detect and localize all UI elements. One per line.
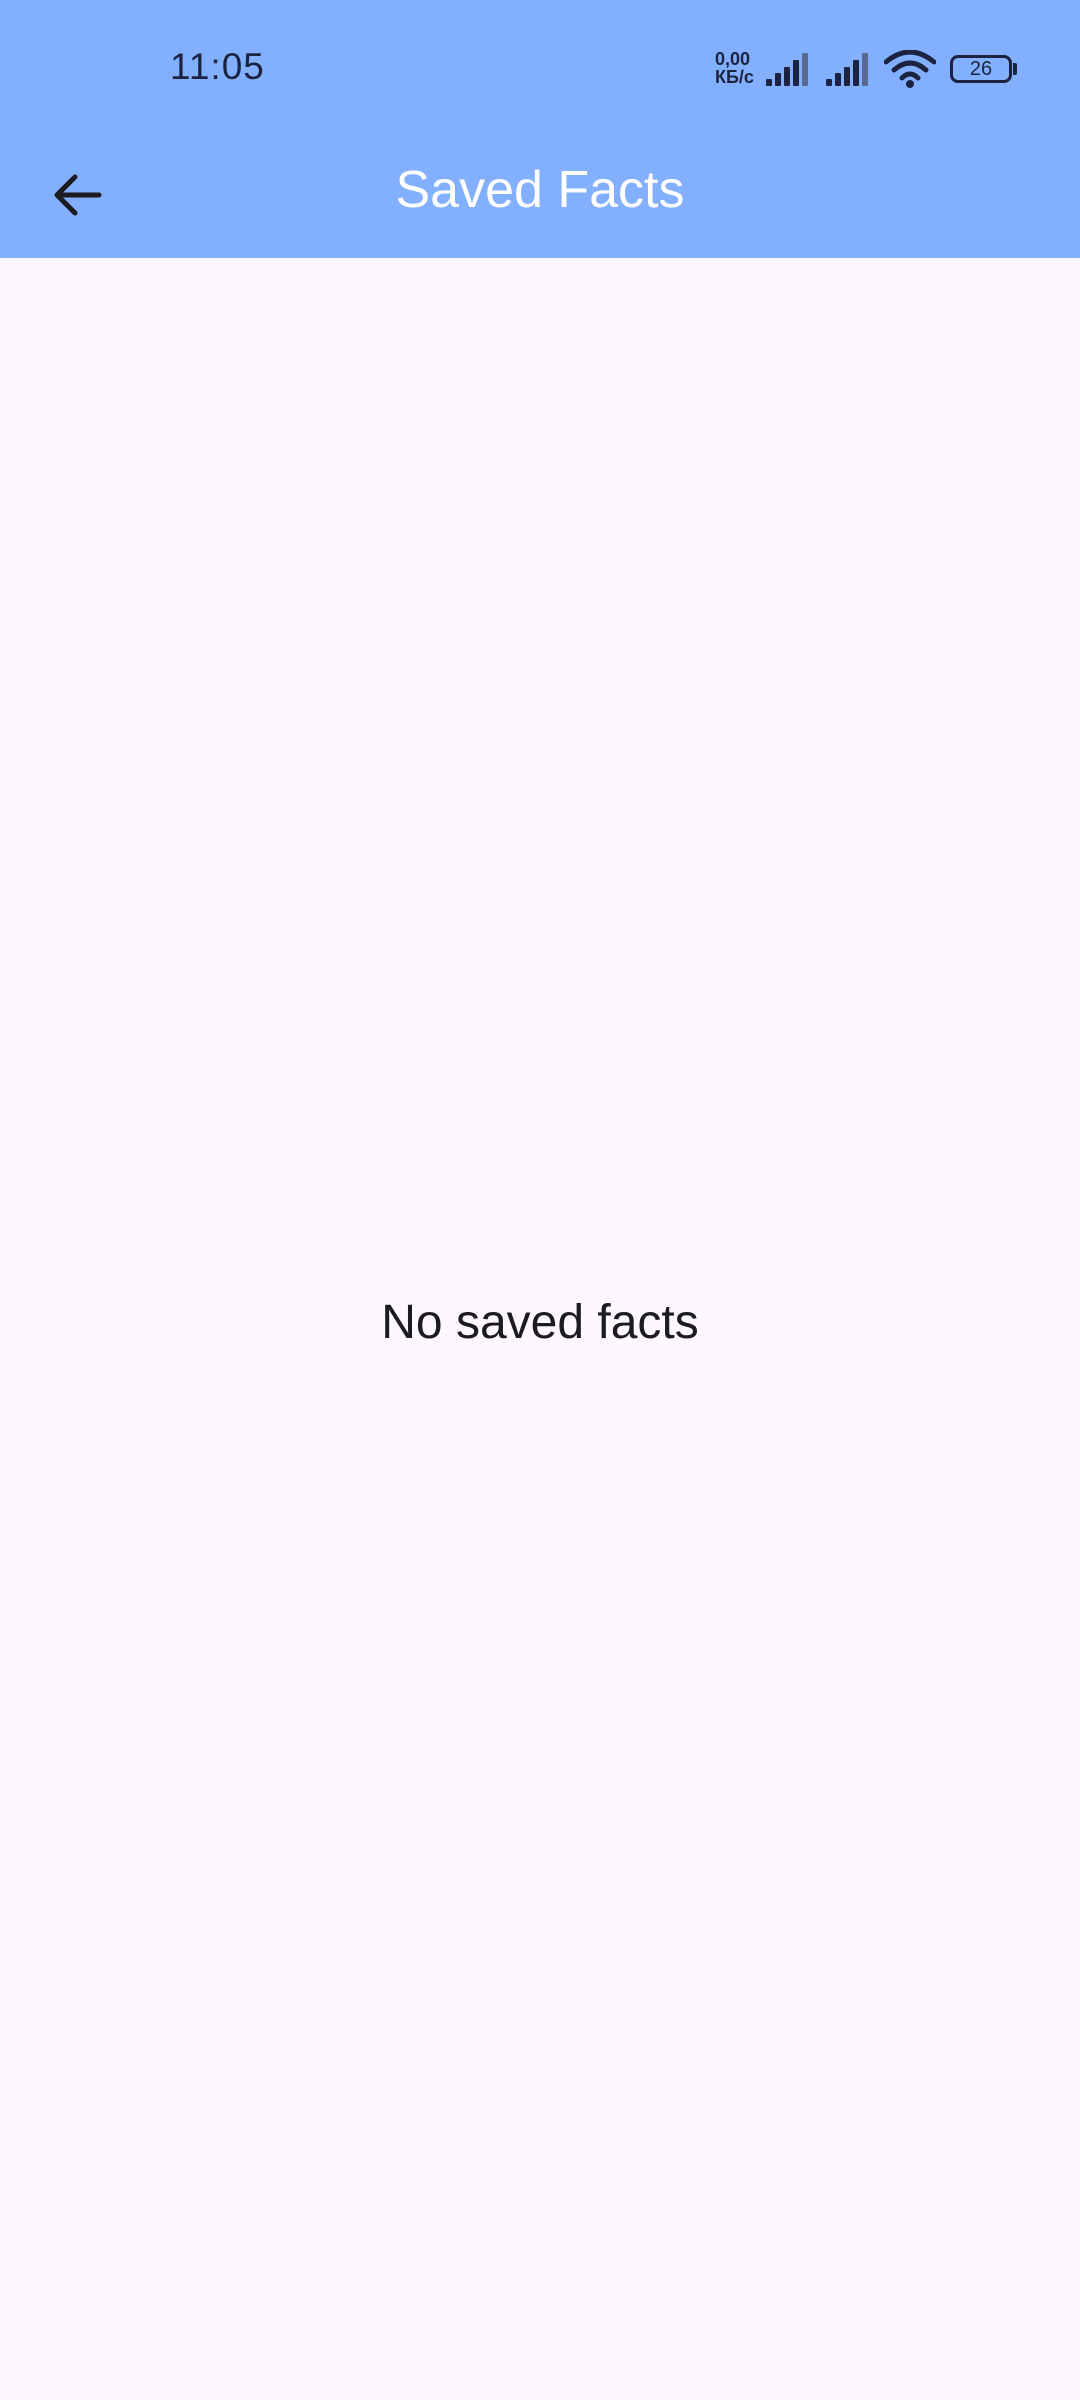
battery-tip	[1013, 63, 1017, 75]
status-time: 11:05	[170, 46, 265, 87]
signal-icon	[766, 53, 808, 86]
app-bar: Saved Facts	[0, 140, 1080, 258]
network-speed-value: 0,00	[715, 49, 751, 69]
empty-state-message: No saved facts	[381, 1296, 699, 1349]
wifi-icon	[884, 50, 936, 88]
network-speed-unit: КБ/с	[715, 67, 754, 87]
page-title: Saved Facts	[395, 161, 685, 219]
network-speed-indicator: 0,00 КБ/с	[715, 50, 761, 86]
battery-icon: 26	[950, 55, 1012, 83]
status-bar: 11:05 0,00 КБ/с 26	[0, 0, 1080, 140]
battery-level: 26	[969, 58, 993, 80]
back-button[interactable]	[32, 150, 122, 240]
arrow-back-icon	[54, 174, 102, 216]
signal-icon	[826, 53, 868, 86]
top-bar: 11:05 0,00 КБ/с 26 Saved Facts	[0, 0, 1080, 258]
